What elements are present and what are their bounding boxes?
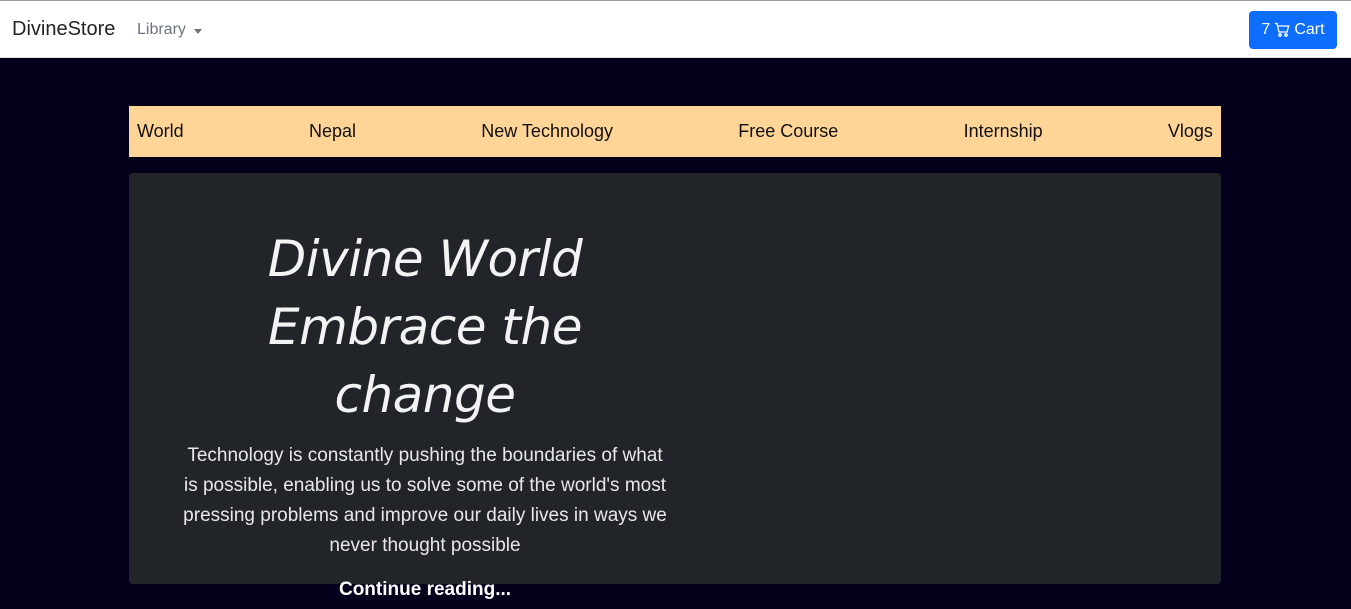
- cart-button[interactable]: 7 Cart: [1249, 11, 1337, 49]
- category-link-nepal[interactable]: Nepal: [309, 121, 356, 142]
- category-link-new-technology[interactable]: New Technology: [481, 121, 613, 142]
- cart-count: 7: [1261, 21, 1271, 38]
- library-label: Library: [137, 21, 186, 38]
- cart-icon: [1274, 22, 1290, 38]
- hero-title-line1: Divine World: [267, 230, 583, 288]
- hero-title-line2: Embrace the change: [268, 298, 582, 424]
- continue-reading-link[interactable]: Continue reading...: [339, 579, 511, 601]
- category-nav: World Nepal New Technology Free Course I…: [129, 106, 1221, 157]
- category-link-free-course[interactable]: Free Course: [738, 121, 838, 142]
- chevron-down-icon: [193, 28, 202, 34]
- category-link-world[interactable]: World: [137, 121, 184, 142]
- hero-description: Technology is constantly pushing the bou…: [183, 445, 667, 556]
- hero-content: Divine World Embrace the change Technolo…: [175, 225, 675, 601]
- hero-card: Divine World Embrace the change Technolo…: [129, 173, 1221, 600]
- hero-title: Divine World Embrace the change: [175, 225, 675, 429]
- brand-link[interactable]: DivineStore: [12, 18, 115, 41]
- cart-label: Cart: [1294, 21, 1325, 38]
- top-navbar: DivineStore Library 7 Cart: [0, 0, 1351, 58]
- library-dropdown[interactable]: Library: [137, 21, 202, 39]
- category-link-vlogs[interactable]: Vlogs: [1168, 121, 1213, 142]
- category-link-internship[interactable]: Internship: [964, 121, 1043, 142]
